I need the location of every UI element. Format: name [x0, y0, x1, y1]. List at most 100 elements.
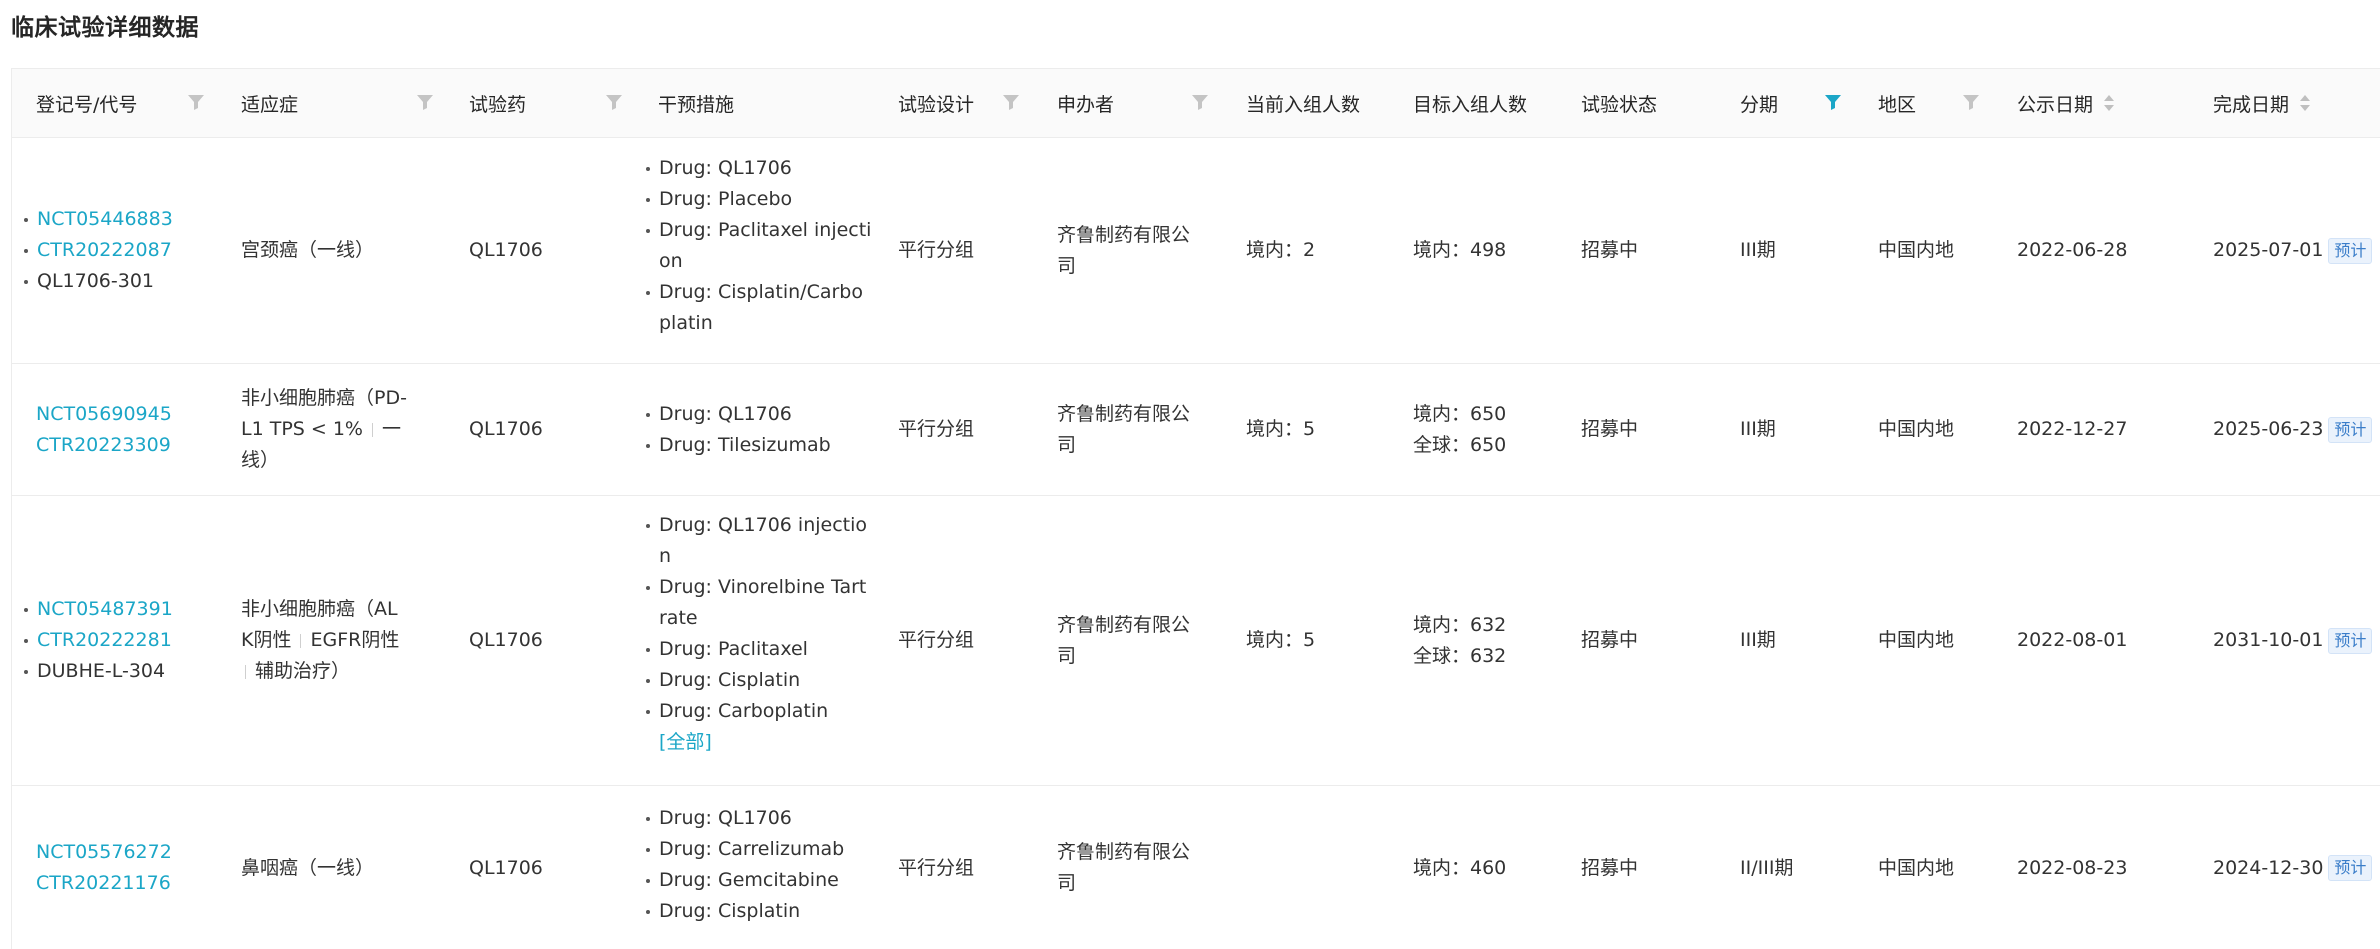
- col-header-completion-date[interactable]: 完成日期: [2213, 69, 2311, 137]
- indication-line: 辅助治疗）: [255, 660, 351, 682]
- indication-line: 非小细胞肺癌（AL: [241, 598, 398, 620]
- indication-line: EGFR阴性: [310, 629, 400, 651]
- target-enroll-cell: 境内：498: [1413, 239, 1507, 261]
- intervention-item: Drug: Cisplatin: [646, 896, 886, 927]
- intervention-line: platin: [659, 312, 713, 334]
- intervention-cell: Drug: QL1706 Drug: Carrelizumab Drug: Ge…: [646, 803, 886, 927]
- col-header-current-enroll: 当前入组人数: [1246, 93, 1361, 116]
- indication-text: 宫颈癌（一线）: [241, 239, 375, 261]
- design-cell: 平行分组: [898, 418, 975, 440]
- nct-link[interactable]: NCT05690945: [36, 403, 172, 425]
- reg-no-cell: NCT05487391 CTR20222281 DUBHE-L-304: [12, 496, 222, 785]
- target-enroll-cell: 境内：460: [1413, 856, 1507, 879]
- reg-no-cell: NCT05690945 CTR20223309: [36, 364, 226, 495]
- nct-link[interactable]: NCT05446883: [24, 204, 173, 235]
- intervention-line: Drug: Paclitaxel injecti: [659, 219, 872, 241]
- status-cell: 招募中: [1581, 239, 1639, 261]
- intervention-item: Drug: Gemcitabine: [646, 865, 886, 896]
- intervention-item: Drug: Paclitaxel injecti on: [646, 215, 886, 277]
- indication-line: 线）: [241, 449, 280, 471]
- target-enroll-cell: 境内：650 全球：650: [1413, 364, 1563, 495]
- target-enroll-line: 全球：632: [1413, 644, 1507, 667]
- completion-date: 2024-12-30: [2213, 856, 2324, 879]
- design-cell: 平行分组: [898, 239, 975, 261]
- filter-icon-reg-no[interactable]: [187, 93, 205, 113]
- ctr-link[interactable]: CTR20222281: [24, 625, 173, 656]
- col-header-sponsor: 申办者: [1057, 93, 1115, 116]
- col-header-status: 试验状态: [1581, 93, 1658, 116]
- ctr-link[interactable]: CTR20222087: [24, 235, 173, 266]
- estimated-badge: 预计: [2328, 237, 2373, 264]
- intervention-line: on: [659, 250, 683, 272]
- filter-icon-sponsor[interactable]: [1191, 93, 1209, 113]
- table-row: NCT05576272 CTR20221176 鼻咽癌（一线） QL1706 D…: [12, 786, 2380, 949]
- sponsor-cell: 齐鲁制药有限公司: [1057, 138, 1207, 363]
- drug-cell: QL1706: [469, 629, 543, 651]
- intervention-line: Drug: QL1706 injectio: [659, 514, 868, 536]
- divider: [300, 633, 302, 648]
- col-header-drug: 试验药: [469, 93, 527, 116]
- filter-icon-indication[interactable]: [416, 93, 434, 113]
- nct-link[interactable]: NCT05576272: [36, 841, 172, 863]
- intervention-line: n: [659, 545, 672, 567]
- sponsor-line: 司: [1057, 254, 1077, 277]
- sponsor-line: 司: [1057, 644, 1077, 667]
- estimated-badge: 预计: [2328, 627, 2373, 654]
- completion-date-label: 完成日期: [2213, 93, 2290, 116]
- target-enroll-line: 境内：650: [1413, 402, 1507, 425]
- drug-cell: QL1706: [469, 856, 543, 879]
- sponsor-cell: 齐鲁制药有限公司: [1057, 364, 1207, 495]
- drug-cell: QL1706: [469, 239, 543, 261]
- col-header-reg-no: 登记号/代号: [36, 93, 138, 116]
- current-enroll-cell: [1246, 786, 1396, 949]
- intervention-item: Drug: Placebo: [646, 184, 886, 215]
- divider: [371, 422, 373, 437]
- sponsor-cell: 齐鲁制药有限公司: [1057, 496, 1207, 785]
- nct-link[interactable]: NCT05487391: [24, 594, 173, 625]
- reg-no-cell: NCT05576272 CTR20221176: [36, 786, 226, 949]
- filter-icon-phase-active[interactable]: [1824, 93, 1842, 113]
- sort-icon[interactable]: [2103, 92, 2115, 114]
- sponsor-line: 齐鲁制药有限公: [1057, 223, 1191, 246]
- table-row: NCT05690945 CTR20223309 非小细胞肺癌（PD- L1 TP…: [12, 364, 2380, 496]
- show-all-link[interactable]: [全部]: [659, 731, 712, 753]
- indication-line: K阴性: [241, 629, 292, 651]
- sponsor-line: 司: [1057, 872, 1077, 894]
- publish-date-cell: 2022-08-23: [2017, 856, 2128, 879]
- phase-cell: III期: [1740, 239, 1776, 261]
- table-header: 登记号/代号 适应症 试验药 干预措施 试验设计 申办者 当前入组人数 目标入组…: [12, 69, 2380, 138]
- table-row: NCT05446883 CTR20222087 QL1706-301 宫颈癌（一…: [12, 138, 2380, 364]
- filter-icon-region[interactable]: [1962, 93, 1980, 113]
- intervention-item: Drug: Tilesizumab: [646, 430, 831, 461]
- ctr-link[interactable]: CTR20221176: [36, 872, 171, 894]
- completion-date: 2031-10-01: [2213, 629, 2324, 651]
- sort-icon[interactable]: [2299, 92, 2311, 114]
- completion-date-cell: 2031-10-01 预计: [2213, 496, 2380, 785]
- col-header-intervention: 干预措施: [658, 93, 735, 116]
- intervention-item: Drug: QL1706: [646, 153, 886, 184]
- intervention-cell: Drug: QL1706 Drug: Placebo Drug: Paclita…: [646, 153, 886, 339]
- col-header-publish-date[interactable]: 公示日期: [2017, 69, 2115, 137]
- intervention-item: Drug: Paclitaxel: [646, 634, 886, 665]
- ctr-link[interactable]: CTR20223309: [36, 434, 171, 456]
- sponsor-line: 齐鲁制药有限公: [1057, 841, 1191, 863]
- sponsor-line: 齐鲁制药有限公: [1057, 402, 1191, 425]
- region-cell: 中国内地: [1878, 629, 1955, 651]
- protocol-code: QL1706-301: [24, 266, 173, 297]
- estimated-badge: 预计: [2328, 855, 2373, 881]
- filter-icon-drug[interactable]: [605, 93, 623, 113]
- design-cell: 平行分组: [898, 856, 975, 879]
- completion-date-cell: 2024-12-30 预计: [2213, 786, 2380, 949]
- indication-cell: 非小细胞肺癌（PD- L1 TPS < 1% 一 线）: [241, 364, 441, 495]
- target-enroll-cell: 境内：632 全球：632: [1413, 496, 1563, 785]
- current-enroll-cell: 境内：5: [1246, 418, 1316, 440]
- reg-no-cell: NCT05446883 CTR20222087 QL1706-301: [12, 138, 222, 363]
- completion-date-cell: 2025-07-01 预计: [2213, 138, 2380, 363]
- completion-date-cell: 2025-06-23 预计: [2213, 364, 2380, 495]
- status-cell: 招募中: [1581, 856, 1639, 879]
- sponsor-line: 司: [1057, 433, 1077, 456]
- intervention-item: Drug: Vinorelbine Tart rate: [646, 572, 886, 634]
- filter-icon-design[interactable]: [1002, 93, 1020, 113]
- publish-date-label: 公示日期: [2017, 93, 2094, 116]
- intervention-cell: Drug: QL1706 Drug: Tilesizumab: [646, 364, 886, 495]
